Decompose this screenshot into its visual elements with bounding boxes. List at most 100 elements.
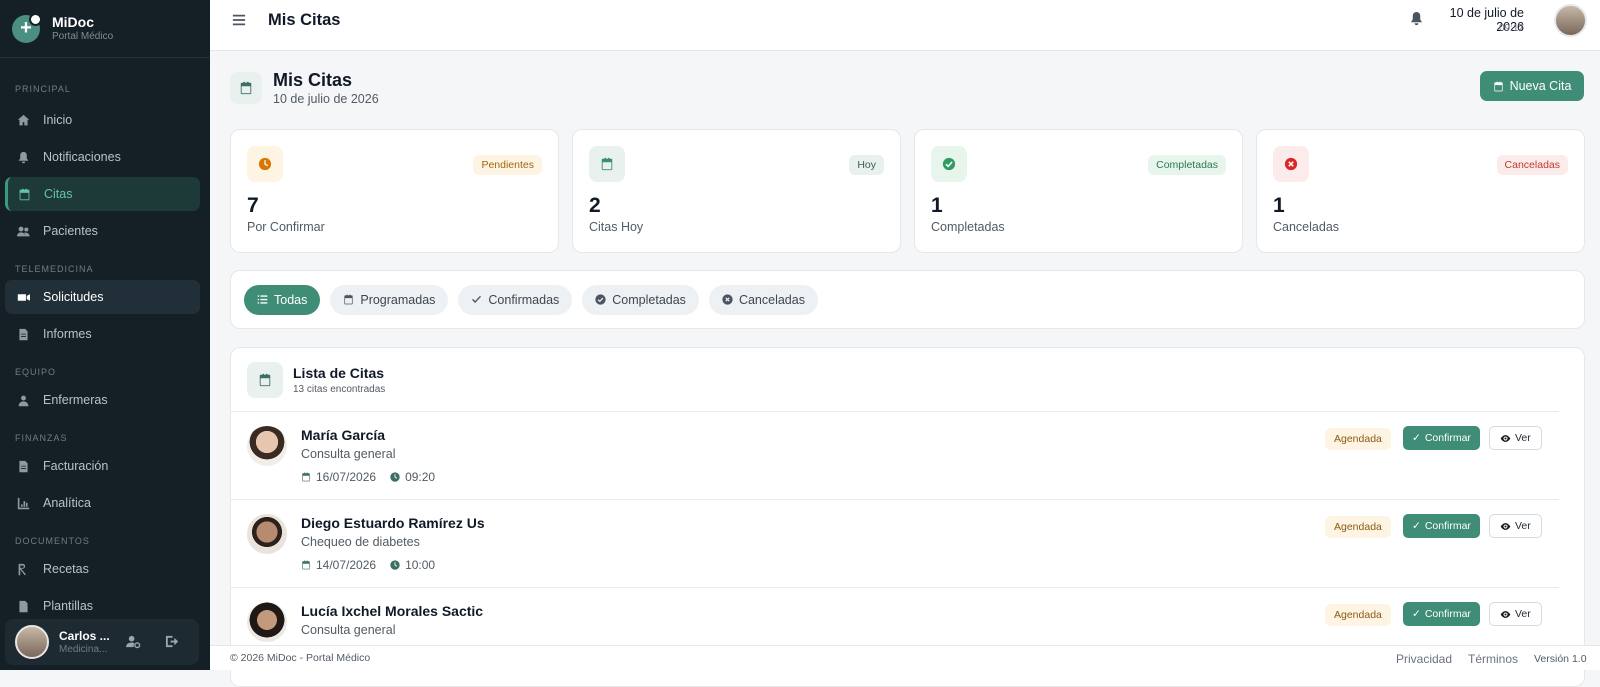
stat-value: 7	[247, 194, 259, 217]
avatar	[15, 625, 49, 659]
filter-completadas[interactable]: Completadas	[582, 284, 699, 315]
topbar-title: Mis Citas	[268, 11, 341, 29]
view-button[interactable]: Ver	[1489, 602, 1542, 626]
appointment-type: Consulta general	[301, 447, 396, 461]
sidebar-item-recetas[interactable]: Recetas	[5, 552, 200, 586]
stat-card-canceladas: Canceladas 1 Canceladas	[1256, 129, 1585, 253]
topbar-time: 09:17	[1498, 23, 1524, 34]
footer-terms-link[interactable]: Términos	[1468, 652, 1518, 666]
calendar-icon	[601, 157, 613, 171]
notifications-button[interactable]	[1409, 11, 1424, 31]
sidebar-item-facturacion[interactable]: Facturación	[5, 449, 200, 483]
filter-confirmadas[interactable]: Confirmadas	[458, 284, 573, 315]
logout-button[interactable]	[165, 634, 180, 654]
view-button[interactable]: Ver	[1489, 514, 1542, 538]
stat-icon-box	[931, 146, 967, 182]
list-header-icon	[247, 362, 283, 398]
stat-icon-box	[589, 146, 625, 182]
calendar-icon	[302, 472, 310, 482]
table-row[interactable]: Diego Estuardo Ramírez Us Chequeo de dia…	[231, 499, 1559, 587]
menu-toggle-button[interactable]	[232, 13, 246, 27]
filter-label: Completadas	[612, 292, 686, 307]
calendar-icon	[240, 81, 252, 95]
appointment-type: Chequeo de diabetes	[301, 535, 420, 549]
clock-icon	[258, 157, 272, 171]
topbar: Mis Citas 10 de julio de 2026 09:17	[210, 0, 1600, 51]
prescription-icon	[18, 563, 26, 575]
patient-name: María García	[301, 427, 386, 443]
bell-icon	[18, 151, 29, 163]
filter-todas[interactable]: Todas	[244, 284, 321, 315]
calendar-icon	[19, 188, 30, 200]
view-button[interactable]: Ver	[1489, 426, 1542, 450]
new-appointment-label: Nueva Cita	[1509, 79, 1572, 93]
sidebar-item-citas[interactable]: Citas	[5, 177, 200, 211]
footer-privacy-link[interactable]: Privacidad	[1396, 652, 1452, 666]
x-circle-icon	[1284, 157, 1298, 171]
eye-icon	[1500, 434, 1511, 442]
confirm-button[interactable]: ✓ Confirmar	[1403, 602, 1480, 626]
user-name: Carlos ...	[59, 629, 110, 643]
status-badge: Agendada	[1325, 516, 1391, 538]
status-badge: Completadas	[1148, 155, 1226, 175]
sidebar: + MiDoc Portal Médico PRINCIPAL Inicio N…	[0, 0, 210, 670]
user-settings-button[interactable]	[126, 634, 141, 654]
page-subtitle: 10 de julio de 2026	[273, 92, 379, 106]
brand-subtitle: Portal Médico	[52, 30, 114, 42]
sidebar-item-inicio[interactable]: Inicio	[5, 103, 200, 137]
nav-section-equipo: EQUIPO	[15, 367, 57, 377]
appointment-time: 09:20	[405, 470, 436, 484]
confirm-button[interactable]: ✓ Confirmar	[1403, 426, 1480, 450]
filter-programadas[interactable]: Programadas	[330, 284, 449, 315]
user-profile-box[interactable]: Carlos ... Medicina...	[5, 619, 199, 665]
sidebar-item-solicitudes[interactable]: Solicitudes	[5, 280, 200, 314]
stat-value: 2	[589, 194, 601, 217]
footer-copyright: © 2026 MiDoc - Portal Médico	[230, 652, 371, 664]
appointment-date: 14/07/2026	[316, 558, 377, 572]
confirm-button[interactable]: ✓ Confirmar	[1403, 514, 1480, 538]
invoice-icon	[19, 460, 28, 472]
view-label: Ver	[1515, 608, 1531, 620]
check-icon: ✓	[1412, 432, 1421, 444]
brand[interactable]: + MiDoc Portal Médico	[0, 0, 210, 58]
list-count: 13 citas encontradas	[293, 384, 386, 395]
sidebar-item-analitica[interactable]: Analítica	[5, 486, 200, 520]
sidebar-item-notificaciones[interactable]: Notificaciones	[5, 140, 200, 174]
appointment-time: 10:00	[405, 558, 436, 572]
calendar-icon	[302, 560, 310, 570]
sidebar-item-label: Recetas	[43, 562, 89, 576]
status-badge: Agendada	[1325, 428, 1391, 450]
stat-icon-box	[1273, 146, 1309, 182]
list-title: Lista de Citas	[293, 365, 385, 381]
confirm-label: Confirmar	[1424, 520, 1471, 532]
avatar	[247, 514, 287, 554]
table-row[interactable]: María García Consulta general 16/07/2026…	[231, 411, 1559, 499]
stat-label: Completadas	[931, 220, 1005, 234]
check-icon	[472, 295, 482, 303]
sidebar-item-informes[interactable]: Informes	[5, 317, 200, 351]
calendar-icon	[344, 294, 353, 305]
footer-version: Versión 1.0	[1534, 653, 1587, 665]
sidebar-item-pacientes[interactable]: Pacientes	[5, 214, 200, 248]
user-cog-icon	[126, 635, 141, 649]
appointment-list: Lista de Citas 13 citas encontradas Marí…	[230, 347, 1585, 687]
status-badge: Hoy	[849, 155, 884, 175]
new-appointment-button[interactable]: Nueva Cita	[1480, 71, 1584, 101]
avatar[interactable]	[1554, 4, 1587, 37]
stat-icon-box	[247, 146, 283, 182]
bell-icon	[1410, 11, 1423, 26]
sidebar-item-enfermeras[interactable]: Enfermeras	[5, 383, 200, 417]
nav-section-finanzas: FINANZAS	[15, 433, 68, 443]
appointment-date: 16/07/2026	[316, 470, 377, 484]
sidebar-item-plantillas[interactable]: Plantillas	[5, 589, 200, 623]
sidebar-item-label: Citas	[44, 187, 73, 201]
hamburger-icon	[232, 14, 246, 26]
filter-label: Canceladas	[738, 292, 805, 307]
filter-canceladas[interactable]: Canceladas	[708, 284, 818, 315]
x-circle-icon	[722, 294, 733, 305]
calendar-icon	[259, 373, 271, 387]
filter-label: Todas	[274, 292, 308, 307]
appointment-type: Consulta general	[301, 623, 396, 637]
stat-value: 1	[1273, 194, 1285, 217]
page-title: Mis Citas	[273, 70, 353, 90]
